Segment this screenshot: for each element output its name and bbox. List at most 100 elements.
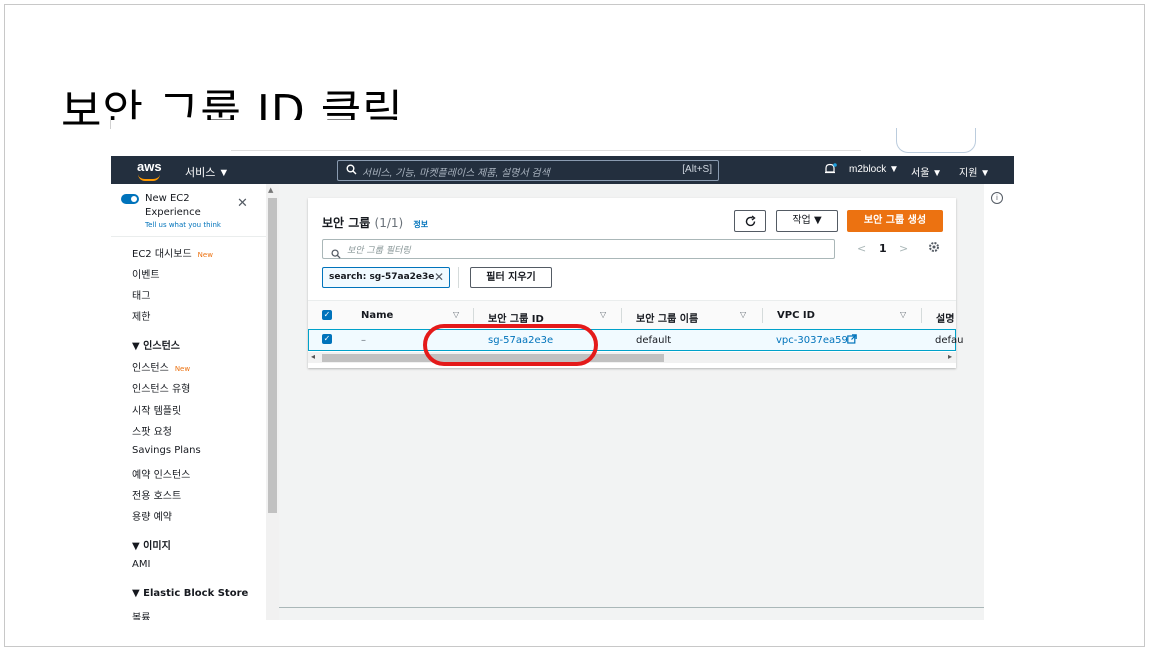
- top-navigation-bar: aws 서비스 ▼ 서비스, 기능, 마켓플레이스 제품, 설명서 검색 [Al…: [111, 156, 1014, 184]
- table-row[interactable]: ✓ – sg-57aa2e3e default vpc-3037ea59 def…: [308, 329, 964, 351]
- sidebar-item-label: EC2 대시보드: [132, 249, 192, 260]
- sidebar-item[interactable]: 볼륨: [132, 609, 150, 620]
- clear-filters-button[interactable]: 필터 지우기: [470, 267, 552, 288]
- global-search-input[interactable]: 서비스, 기능, 마켓플레이스 제품, 설명서 검색 [Alt+S]: [337, 160, 719, 181]
- partial-previous-header: [231, 120, 861, 151]
- sidebar-item[interactable]: 예약 인스턴스: [132, 466, 190, 481]
- sidebar-item-label: 이벤트: [132, 270, 160, 281]
- search-icon: [331, 244, 341, 263]
- cell-name: –: [361, 335, 366, 346]
- filter-placeholder: 보안 그룹 필터링: [347, 246, 411, 256]
- column-header-sg-id[interactable]: 보안 그룹 ID: [488, 310, 544, 325]
- settings-gear-icon[interactable]: [928, 241, 940, 256]
- feedback-link[interactable]: Tell us what you think: [145, 221, 221, 229]
- sidebar-divider: [111, 236, 266, 237]
- region-menu[interactable]: 서울 ▼: [911, 164, 942, 179]
- sidebar-scroll-thumb[interactable]: [268, 198, 277, 513]
- new-badge: New: [197, 251, 213, 259]
- refresh-icon: [745, 215, 756, 227]
- sidebar-item[interactable]: 인스턴스 유형: [132, 380, 190, 395]
- previous-page-button[interactable]: <: [857, 242, 866, 255]
- bell-icon[interactable]: [823, 162, 837, 179]
- sidebar-item-label: ▼ Elastic Block Store: [132, 588, 249, 599]
- partial-previous-button: [896, 128, 976, 153]
- search-placeholder: 서비스, 기능, 마켓플레이스 제품, 설명서 검색: [362, 168, 550, 179]
- actions-button[interactable]: 작업 ▼: [776, 210, 838, 232]
- search-icon: [346, 164, 357, 178]
- info-link[interactable]: 정보: [413, 220, 428, 229]
- column-header-description[interactable]: 설명: [936, 310, 954, 325]
- column-separator: [621, 308, 622, 323]
- support-menu[interactable]: 지원 ▼: [959, 164, 990, 179]
- panel-title-text: 보안 그룹: [322, 216, 371, 230]
- annotation-highlight-circle: [423, 324, 598, 366]
- aws-logo-smile-icon: [138, 174, 160, 181]
- sidebar-item[interactable]: 스팟 요청: [132, 423, 172, 438]
- sort-icon[interactable]: ▽: [453, 310, 459, 319]
- column-separator: [473, 308, 474, 323]
- column-header-name[interactable]: Name: [361, 310, 393, 321]
- sidebar-item[interactable]: 이벤트: [132, 266, 160, 281]
- sidebar-item[interactable]: Savings Plans: [132, 445, 201, 456]
- close-icon[interactable]: ✕: [237, 196, 248, 211]
- sidebar-item[interactable]: 용량 예약: [132, 508, 172, 523]
- sidebar-item[interactable]: 제한: [132, 308, 150, 323]
- sidebar-item-label: ▼ 이미지: [132, 541, 171, 552]
- experience-label: Experience: [145, 207, 201, 218]
- sidebar-item[interactable]: 시작 템플릿: [132, 402, 181, 417]
- cell-description: defau: [935, 335, 964, 346]
- panel-title: 보안 그룹 (1/1) 정보: [322, 214, 428, 231]
- filter-token-text: search: sg-57aa2e3e: [329, 272, 435, 282]
- sidebar-item-label: 인스턴스: [132, 363, 169, 374]
- sidebar-item-label: 용량 예약: [132, 512, 172, 523]
- sidebar-item[interactable]: 태그: [132, 287, 150, 302]
- create-security-group-button[interactable]: 보안 그룹 생성: [847, 210, 943, 232]
- account-menu[interactable]: m2block ▼: [849, 164, 899, 175]
- sidebar-item[interactable]: AMI: [132, 559, 150, 570]
- sidebar-item-label: 예약 인스턴스: [132, 470, 191, 481]
- select-all-checkbox[interactable]: ✓: [322, 310, 332, 320]
- console-screenshot: aws 서비스 ▼ 서비스, 기능, 마켓플레이스 제품, 설명서 검색 [Al…: [111, 120, 1014, 620]
- next-page-button[interactable]: >: [899, 242, 908, 255]
- info-circle-icon[interactable]: i: [991, 192, 1003, 204]
- sort-icon[interactable]: ▽: [900, 310, 906, 319]
- table-horizontal-scrollbar[interactable]: ◂ ▸: [308, 352, 956, 363]
- bottom-split-divider: [279, 607, 984, 608]
- sort-icon[interactable]: ▽: [740, 310, 746, 319]
- sidebar-item-label: 스팟 요청: [132, 427, 172, 438]
- filter-divider: [458, 267, 459, 288]
- sidebar-item-label: AMI: [132, 559, 151, 570]
- external-link-icon[interactable]: [847, 334, 857, 347]
- page-number[interactable]: 1: [879, 242, 887, 255]
- sidebar-item[interactable]: ▼ 이미지: [132, 537, 171, 552]
- table-header: ✓ Name ▽ 보안 그룹 ID ▽ 보안 그룹 이름 ▽ VPC ID ▽ …: [308, 300, 956, 331]
- column-header-vpc-id[interactable]: VPC ID: [777, 310, 815, 321]
- column-separator: [762, 308, 763, 323]
- sidebar-item-label: 태그: [132, 291, 151, 302]
- sidebar-item[interactable]: ▼ Elastic Block Store: [132, 588, 248, 599]
- sidebar-item-label: Savings Plans: [132, 445, 201, 456]
- sidebar-item[interactable]: 인스턴스 New: [132, 359, 190, 374]
- refresh-button[interactable]: [734, 210, 766, 232]
- filter-token[interactable]: search: sg-57aa2e3e ✕: [322, 267, 450, 288]
- sidebar-item[interactable]: ▼ 인스턴스: [132, 337, 180, 352]
- sidebar-item-label: 제한: [132, 312, 151, 323]
- new-ec2-toggle[interactable]: [121, 194, 139, 204]
- sidebar-item-label: 인스턴스 유형: [132, 384, 191, 395]
- row-checkbox[interactable]: ✓: [322, 334, 332, 344]
- new-ec2-label: New EC2: [145, 193, 190, 204]
- column-header-sg-name[interactable]: 보안 그룹 이름: [636, 310, 698, 325]
- cell-vpc-id-link[interactable]: vpc-3037ea59: [776, 335, 848, 346]
- sidebar-item[interactable]: 전용 호스트: [132, 487, 181, 502]
- scroll-left-arrow-icon[interactable]: ◂: [311, 352, 315, 361]
- remove-token-icon[interactable]: ✕: [434, 270, 444, 284]
- scroll-right-arrow-icon[interactable]: ▸: [948, 352, 952, 361]
- filter-security-groups-input[interactable]: 보안 그룹 필터링: [322, 239, 835, 259]
- aws-logo[interactable]: aws: [137, 159, 162, 174]
- sidebar-item[interactable]: EC2 대시보드 New: [132, 245, 213, 260]
- services-menu[interactable]: 서비스 ▼: [185, 164, 229, 180]
- sidebar-item-label: 볼륨: [132, 613, 151, 620]
- new-badge: New: [174, 365, 191, 373]
- sort-icon[interactable]: ▽: [600, 310, 606, 319]
- scroll-up-arrow-icon[interactable]: ▲: [268, 186, 273, 194]
